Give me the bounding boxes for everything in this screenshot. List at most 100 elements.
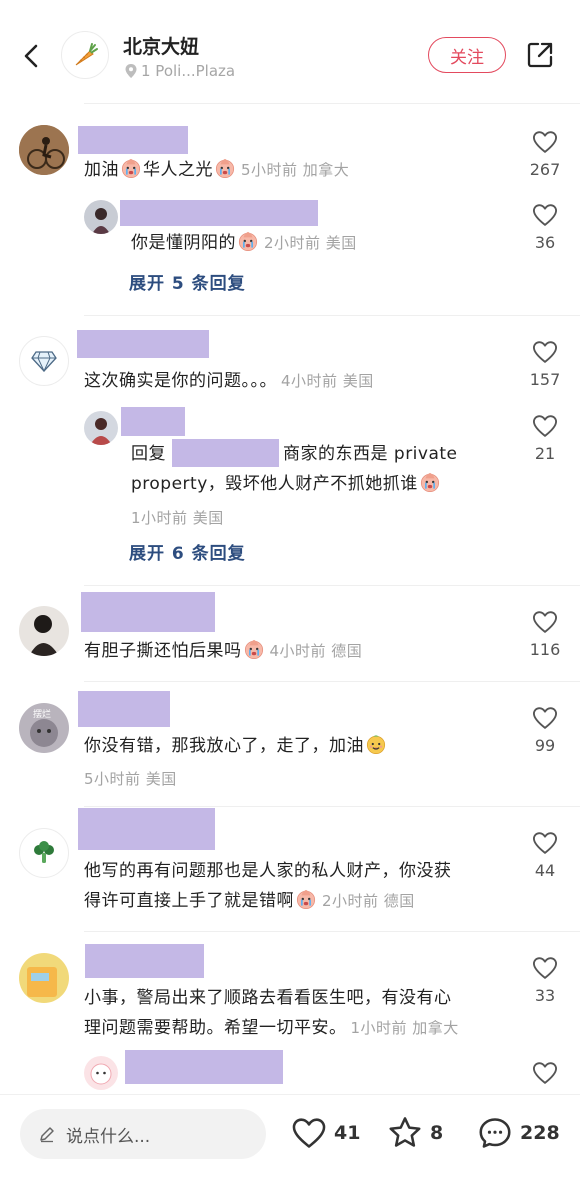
like-count: 44 [534, 861, 556, 880]
comment-meta: 4小时前 美国 [281, 372, 374, 390]
heart-icon [531, 128, 559, 156]
like-count: 99 [534, 736, 556, 755]
comment-text-line2: 理问题需要帮助。希望一切平安。 1小时前 加拿大 [84, 1018, 459, 1038]
crying-emoji-icon [237, 230, 259, 252]
like-button[interactable]: 21 [515, 412, 575, 463]
heart-icon [531, 1059, 559, 1087]
smile-emoji-icon [365, 733, 387, 755]
like-button[interactable]: 44 [515, 829, 575, 880]
avatar[interactable] [19, 336, 69, 386]
heart-icon [531, 829, 559, 857]
redacted-username [81, 592, 215, 632]
redacted-username [77, 330, 209, 358]
post-favorite-count: 8 [430, 1122, 444, 1144]
avatar[interactable] [19, 828, 69, 878]
comment-meta: 1小时前 加拿大 [350, 1019, 459, 1037]
heart-icon [531, 954, 559, 982]
redacted-username [78, 126, 188, 154]
comment-meta: 4小时前 德国 [269, 642, 363, 660]
like-button[interactable] [515, 1059, 575, 1087]
crying-emoji-icon [120, 157, 142, 179]
like-count: 267 [529, 160, 561, 179]
comment-meta: 5小时前 美国 [84, 770, 177, 788]
back-icon[interactable] [14, 38, 50, 74]
post-favorite-button[interactable]: 8 [386, 1113, 443, 1153]
redacted-username [120, 200, 318, 226]
expand-replies-link[interactable]: 展开 6 条回复 [129, 539, 246, 564]
comment-text: 有胆子撕还怕后果吗 4小时前 德国 [84, 635, 362, 667]
crying-emoji-icon [419, 471, 441, 493]
heart-icon [531, 201, 559, 229]
comment-text: 他写的再有问题那也是人家的私人财产，你没获 [84, 861, 452, 881]
comment-text-line2: 得许可直接上手了就是错啊 2小时前 德国 [84, 885, 415, 917]
carrot-icon [75, 43, 98, 66]
comment-meta: 1小时前 美国 [131, 509, 224, 527]
like-count: 116 [529, 640, 561, 659]
like-button[interactable]: 157 [515, 338, 575, 389]
comment-bubble-icon [479, 1118, 511, 1148]
avatar[interactable] [19, 125, 69, 175]
divider [84, 806, 580, 807]
post-comment-button[interactable]: 228 [476, 1113, 560, 1153]
divider [84, 681, 580, 682]
post-like-count: 41 [334, 1122, 361, 1144]
avatar[interactable] [19, 953, 69, 1003]
author-name[interactable]: 北京大妞 [123, 32, 199, 59]
heart-icon [531, 608, 559, 636]
star-icon [389, 1117, 421, 1147]
redacted-username [78, 808, 215, 850]
broccoli-icon [34, 841, 54, 863]
like-button[interactable]: 116 [515, 608, 575, 659]
diamond-icon [31, 351, 57, 372]
pencil-icon [40, 1127, 54, 1143]
divider [84, 315, 580, 316]
post-location[interactable]: 1 Poli...Plaza [124, 62, 235, 80]
heart-icon [531, 338, 559, 366]
reply-text: 回复 商家的东西是 private [131, 438, 458, 470]
location-pin-icon [125, 64, 137, 78]
like-button[interactable]: 267 [515, 128, 575, 179]
avatar[interactable] [84, 411, 118, 445]
post-comment-count: 228 [520, 1122, 560, 1144]
reply-text: 你是懂阴阳的 2小时前 美国 [131, 227, 357, 259]
like-count: 36 [534, 233, 556, 252]
redacted-username [125, 1050, 283, 1084]
expand-replies-link[interactable]: 展开 5 条回复 [129, 269, 246, 294]
follow-button[interactable]: 关注 [428, 37, 506, 73]
crying-emoji-icon [214, 157, 236, 179]
like-button[interactable]: 33 [515, 954, 575, 1005]
heart-icon [292, 1118, 326, 1148]
heart-icon [531, 704, 559, 732]
comment-input[interactable]: 说点什么... [20, 1109, 266, 1159]
divider [84, 931, 580, 932]
like-count: 33 [534, 986, 556, 1005]
heart-icon [531, 412, 559, 440]
like-count: 157 [529, 370, 561, 389]
redacted-mention [172, 439, 279, 467]
comment-meta: 2小时前 美国 [264, 234, 357, 252]
location-text: 1 Poli...Plaza [141, 62, 236, 80]
comment-meta: 2小时前 德国 [322, 892, 415, 910]
comment-text: 小事，警局出来了顺路去看看医生吧，有没有心 [84, 988, 452, 1008]
avatar[interactable] [84, 200, 118, 234]
comment-text: 这次确实是你的问题。。。 4小时前 美国 [84, 371, 374, 391]
like-button[interactable]: 36 [515, 201, 575, 252]
divider [84, 585, 580, 586]
like-count: 21 [534, 444, 556, 463]
redacted-username [85, 944, 204, 978]
comment-input-placeholder: 说点什么... [66, 1126, 151, 1147]
share-icon[interactable] [524, 39, 556, 71]
redacted-username [78, 691, 170, 727]
post-like-button[interactable]: 41 [290, 1113, 360, 1153]
avatar[interactable] [84, 1056, 118, 1090]
like-button[interactable]: 99 [515, 704, 575, 755]
avatar[interactable]: 摆烂 [19, 703, 69, 753]
comment-meta: 5小时前 加拿大 [241, 161, 350, 179]
comment-text: 你没有错，那我放心了，走了，加油 [84, 730, 388, 762]
comment-text: 加油 华人之光 5小时前 加拿大 [84, 154, 349, 186]
author-avatar[interactable] [61, 31, 109, 79]
avatar[interactable] [19, 606, 69, 656]
avatar-label: 摆烂 [33, 710, 52, 720]
reply-text-line2: property，毁坏他人财产不抓她抓谁 [131, 468, 442, 500]
redacted-username [121, 407, 185, 436]
